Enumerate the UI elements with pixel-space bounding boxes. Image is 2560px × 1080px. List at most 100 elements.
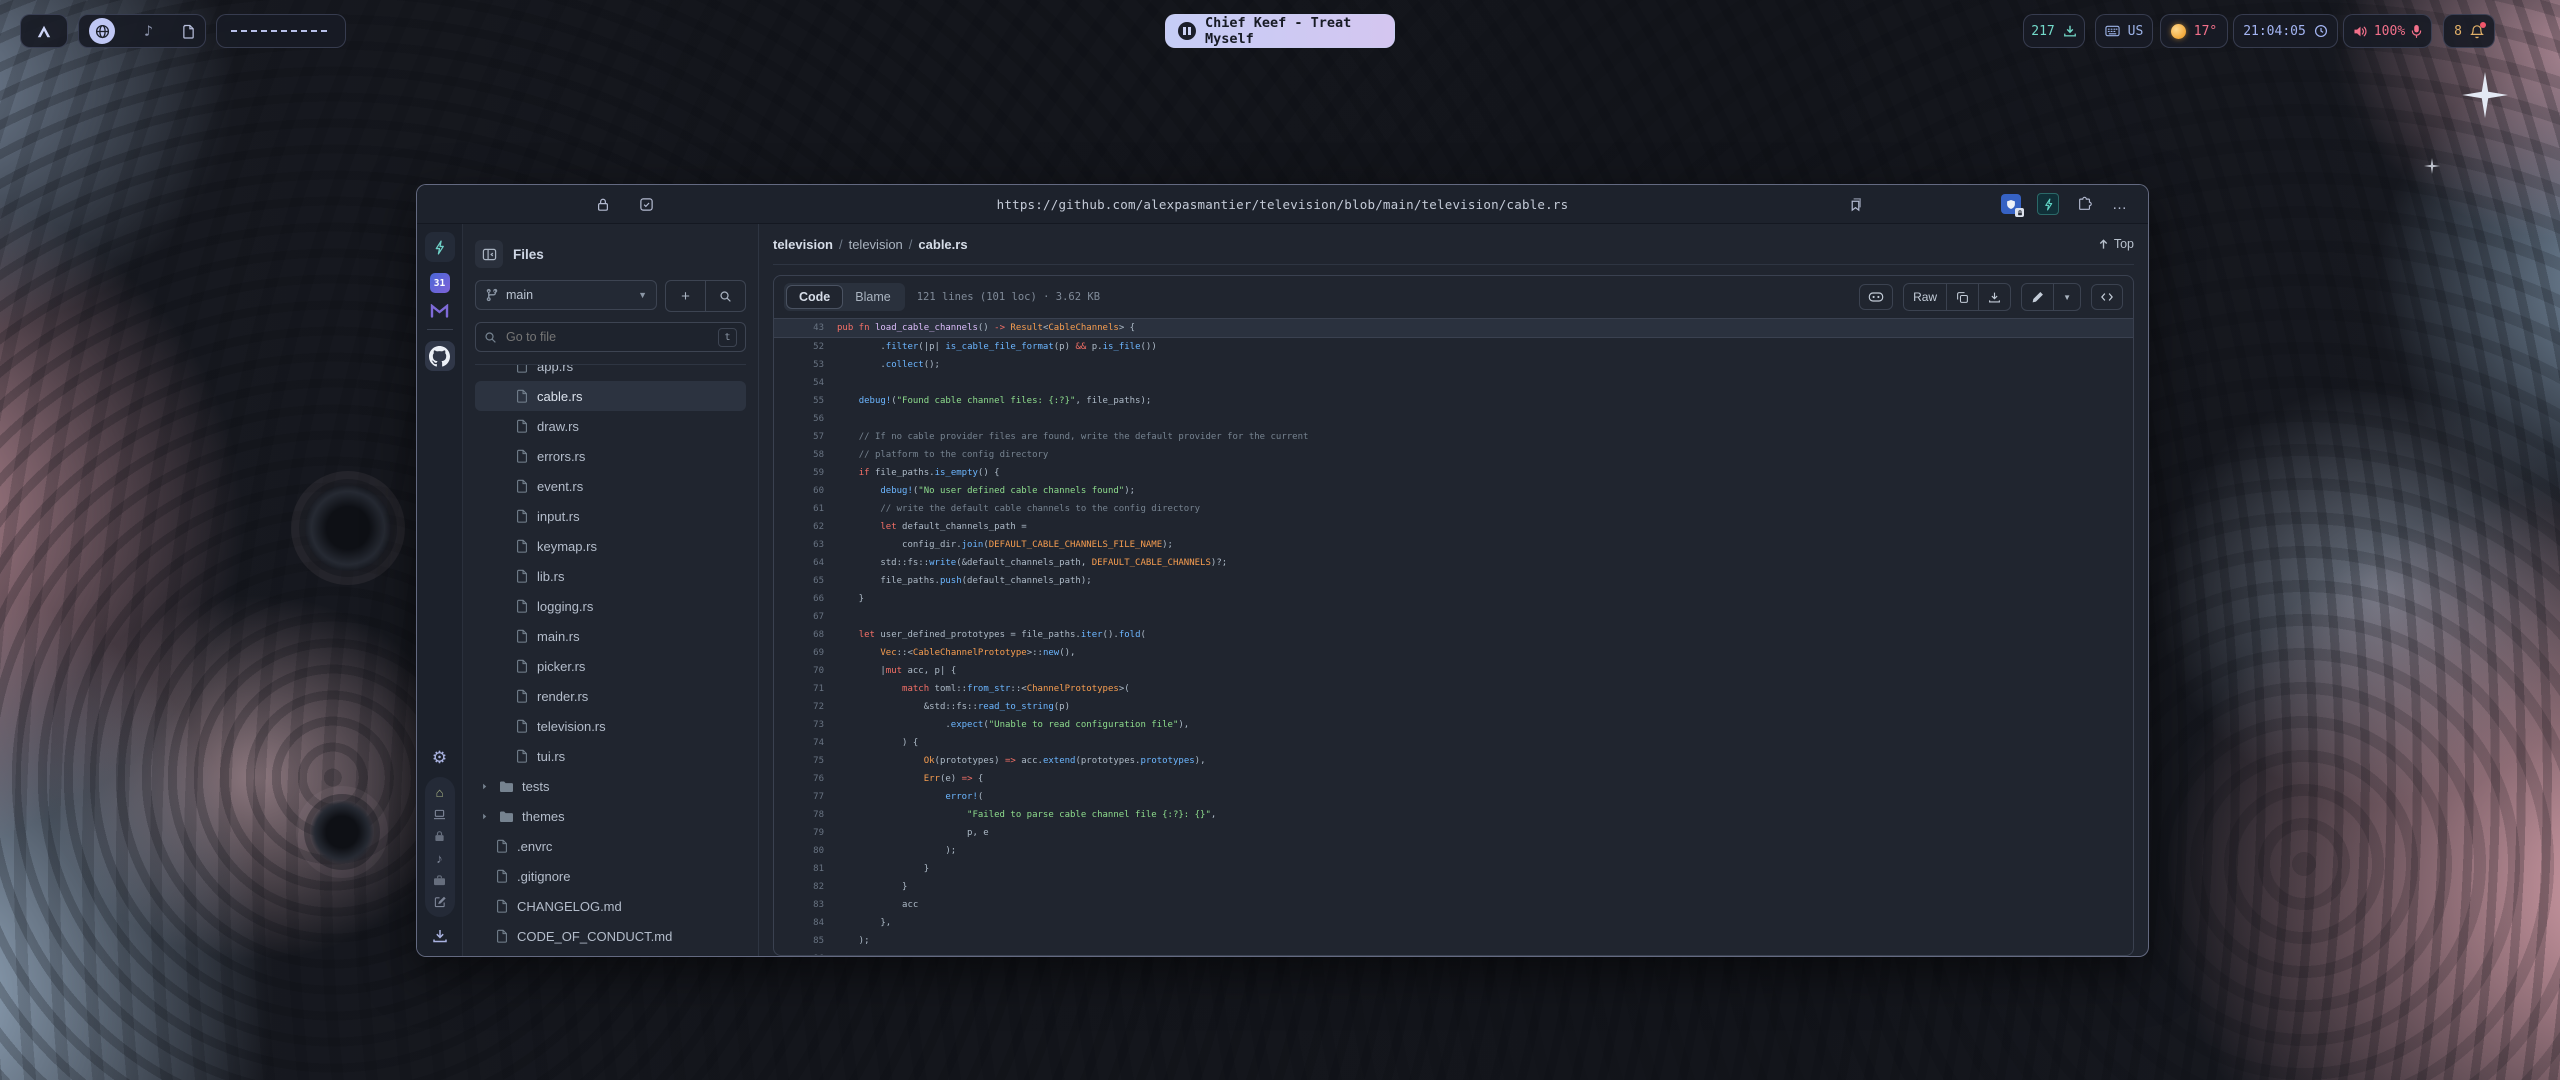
window-title-pill[interactable] (216, 14, 346, 48)
line-number[interactable]: 81 (774, 860, 837, 878)
launcher-button[interactable] (20, 14, 68, 48)
tree-item[interactable]: logging.rs (475, 591, 746, 621)
calendar-tab-icon[interactable]: 31 (430, 273, 450, 293)
line-number[interactable]: 70 (774, 662, 837, 680)
tree-item[interactable]: input.rs (475, 501, 746, 531)
downloads-icon[interactable] (432, 928, 448, 944)
url-bar[interactable]: https://github.com/alexpasmantier/televi… (417, 185, 2148, 223)
tree-item[interactable]: event.rs (475, 471, 746, 501)
line-number[interactable]: 75 (774, 752, 837, 770)
tree-item[interactable]: .gitignore (475, 861, 746, 891)
line-number[interactable]: 56 (774, 410, 837, 428)
tree-item[interactable]: main.rs (475, 621, 746, 651)
lock-container-icon[interactable] (434, 830, 445, 842)
edit-pencil-button[interactable] (2022, 284, 2053, 310)
line-number[interactable]: 74 (774, 734, 837, 752)
settings-gear-icon[interactable]: ⚙ (432, 749, 447, 766)
line-number[interactable]: 79 (774, 824, 837, 842)
line-number[interactable]: 68 (774, 626, 837, 644)
raw-button[interactable]: Raw (1904, 284, 1946, 310)
clock-module[interactable]: 21:04:05 (2233, 14, 2338, 48)
home-icon[interactable]: ⌂ (436, 786, 444, 799)
line-number[interactable]: 67 (774, 608, 837, 626)
tree-item[interactable]: app.rs (475, 365, 746, 381)
line-number[interactable]: 77 (774, 788, 837, 806)
tree-folder[interactable]: themes (475, 801, 746, 831)
line-number[interactable]: 59 (774, 464, 837, 482)
edit-dropdown-button[interactable]: ▼ (2053, 284, 2080, 310)
collapse-sidebar-button[interactable] (475, 240, 503, 268)
line-number[interactable]: 54 (774, 374, 837, 392)
media-pill[interactable]: Chief Keef - Treat Myself (1165, 14, 1395, 48)
briefcase-icon[interactable] (433, 875, 446, 886)
weather-module[interactable]: 17° (2160, 14, 2228, 48)
line-number[interactable]: 57 (774, 428, 837, 446)
tree-item[interactable]: .envrc (475, 831, 746, 861)
tree-item[interactable]: errors.rs (475, 441, 746, 471)
copy-raw-button[interactable] (1946, 284, 1978, 310)
back-to-top-link[interactable]: Top (2098, 237, 2134, 251)
tree-item[interactable]: cable.rs (475, 381, 746, 411)
menu-dots-icon[interactable]: … (2112, 185, 2128, 223)
tree-item[interactable]: tui.rs (475, 741, 746, 771)
tab-code[interactable]: Code (786, 285, 843, 309)
line-number[interactable]: 53 (774, 356, 837, 374)
line-number[interactable]: 58 (774, 446, 837, 464)
line-number[interactable]: 71 (774, 680, 837, 698)
copilot-button[interactable] (1859, 284, 1893, 310)
breadcrumb-dir[interactable]: television (849, 237, 903, 252)
breadcrumb-repo[interactable]: television (773, 237, 833, 252)
tree-item[interactable]: CONTRIBUTING.md (475, 951, 746, 956)
tree-item[interactable]: render.rs (475, 681, 746, 711)
keyboard-layout-module[interactable]: US (2095, 14, 2153, 48)
line-number[interactable]: 65 (774, 572, 837, 590)
line-number[interactable]: 52 (774, 338, 837, 356)
pinned-tab-bolt[interactable] (425, 232, 455, 262)
music-container-icon[interactable]: ♪ (436, 852, 443, 865)
tree-item[interactable]: television.rs (475, 711, 746, 741)
branch-selector[interactable]: main ▼ (475, 280, 657, 310)
notifications-module[interactable]: 8 (2443, 14, 2495, 48)
tree-folder[interactable]: tests (475, 771, 746, 801)
symbols-panel-button[interactable] (2091, 284, 2123, 310)
line-number[interactable]: 69 (774, 644, 837, 662)
goto-file-input[interactable] (504, 329, 711, 345)
line-number[interactable]: 64 (774, 554, 837, 572)
tree-item[interactable]: draw.rs (475, 411, 746, 441)
password-manager-extension-icon[interactable] (2001, 185, 2021, 223)
extensions-puzzle-icon[interactable] (2077, 185, 2093, 223)
bookmarks-icon[interactable] (1848, 185, 1863, 223)
bolt-extension-icon[interactable] (2037, 185, 2059, 223)
line-number[interactable]: 72 (774, 698, 837, 716)
workspace-music[interactable]: ♪ (144, 24, 153, 39)
line-number[interactable]: 82 (774, 878, 837, 896)
line-number[interactable]: 66 (774, 590, 837, 608)
tree-item[interactable]: CHANGELOG.md (475, 891, 746, 921)
laptop-icon[interactable] (433, 809, 446, 820)
download-raw-button[interactable] (1978, 284, 2010, 310)
search-tree-button[interactable] (705, 281, 745, 311)
mail-tab-icon[interactable] (430, 304, 449, 318)
line-number[interactable]: 55 (774, 392, 837, 410)
line-number[interactable]: 80 (774, 842, 837, 860)
tree-item[interactable]: lib.rs (475, 561, 746, 591)
line-number[interactable]: 60 (774, 482, 837, 500)
line-number[interactable]: 43 (774, 319, 837, 337)
line-number[interactable]: 73 (774, 716, 837, 734)
audio-module[interactable]: 100% (2343, 14, 2432, 48)
line-number[interactable]: 84 (774, 914, 837, 932)
goto-file-field[interactable]: t (475, 322, 746, 352)
line-number[interactable]: 61 (774, 500, 837, 518)
line-number[interactable]: 63 (774, 536, 837, 554)
tree-item[interactable]: picker.rs (475, 651, 746, 681)
line-number[interactable]: 86 (774, 950, 837, 955)
workspace-browser[interactable] (89, 18, 115, 44)
line-number[interactable]: 83 (774, 896, 837, 914)
github-tab[interactable] (425, 341, 455, 371)
tab-blame[interactable]: Blame (843, 285, 902, 309)
tree-item[interactable]: CODE_OF_CONDUCT.md (475, 921, 746, 951)
workspace-notes[interactable] (182, 24, 195, 39)
tree-item[interactable]: keymap.rs (475, 531, 746, 561)
line-number[interactable]: 76 (774, 770, 837, 788)
line-number[interactable]: 78 (774, 806, 837, 824)
